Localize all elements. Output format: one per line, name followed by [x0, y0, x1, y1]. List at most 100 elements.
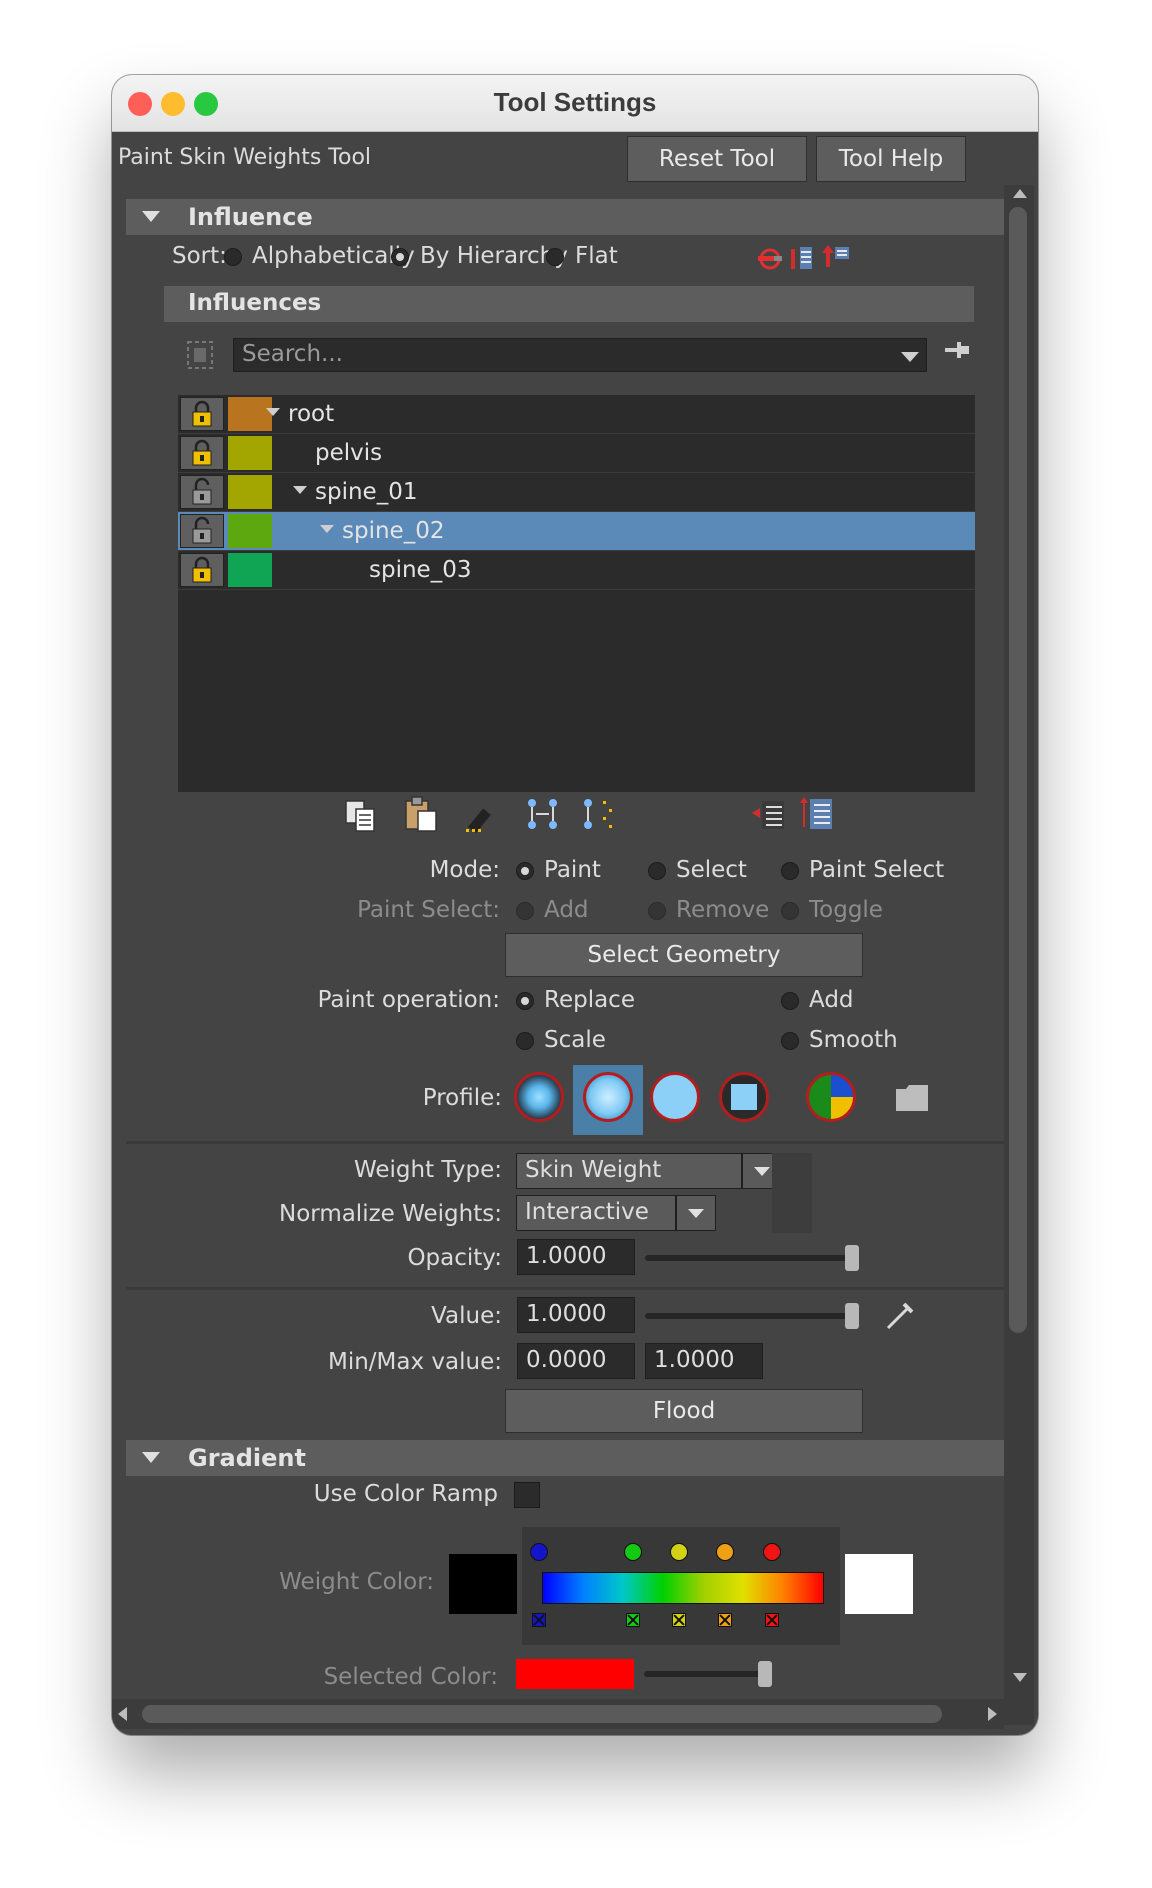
operation-add-radio[interactable]: [781, 992, 799, 1010]
opacity-slider-knob[interactable]: [845, 1245, 859, 1271]
value-slider-knob[interactable]: [845, 1303, 859, 1329]
normalize-dropdown-button[interactable]: [676, 1195, 716, 1231]
influence-color-swatch[interactable]: [228, 553, 272, 587]
collapse-triangle-icon: [142, 1452, 160, 1463]
influence-color-swatch[interactable]: [228, 514, 272, 548]
vertical-scrollbar[interactable]: [1004, 185, 1034, 1725]
scroll-up-arrow-icon[interactable]: [1013, 189, 1027, 198]
ramp-color-marker[interactable]: [763, 1543, 781, 1561]
mode-select-label: Select: [676, 857, 747, 883]
influence-color-swatch[interactable]: [228, 436, 272, 470]
move-weights-vertical-icon[interactable]: [798, 795, 836, 835]
tool-help-button[interactable]: Tool Help: [816, 136, 966, 182]
influence-row[interactable]: root: [178, 395, 975, 434]
ramp-position-marker[interactable]: [672, 1613, 686, 1627]
lock-open-icon[interactable]: [180, 514, 224, 548]
copy-weights-icon[interactable]: [342, 797, 380, 835]
move-skinned-joints-icon[interactable]: [523, 795, 563, 835]
sort-alphabetically-radio[interactable]: [224, 248, 242, 266]
influence-row[interactable]: spine_02: [178, 512, 975, 551]
filter-toggle-icon[interactable]: [184, 338, 216, 372]
move-up-influence-icon[interactable]: [821, 241, 853, 271]
mode-paint-radio[interactable]: [516, 862, 534, 880]
mode-select-radio[interactable]: [648, 862, 666, 880]
opacity-slider-track[interactable]: [645, 1255, 859, 1261]
paint-select-remove-radio[interactable]: [648, 902, 666, 920]
selected-color-swatch[interactable]: [516, 1659, 634, 1689]
weight-type-dropdown[interactable]: Skin Weight: [516, 1153, 742, 1189]
influence-name: spine_02: [342, 518, 445, 544]
search-dropdown-arrow-icon[interactable]: [901, 352, 919, 362]
min-value-input[interactable]: 0.0000: [517, 1343, 635, 1379]
scroll-down-arrow-icon[interactable]: [1013, 1673, 1027, 1682]
mode-paint-select-radio[interactable]: [781, 862, 799, 880]
weight-hammer-icon[interactable]: [462, 797, 502, 835]
scroll-left-arrow-icon[interactable]: [118, 1707, 127, 1721]
value-input[interactable]: 1.0000: [517, 1297, 635, 1333]
profile-soft-brush-icon[interactable]: [583, 1072, 633, 1122]
lock-closed-icon[interactable]: [180, 553, 224, 587]
sort-by-hierarchy-radio[interactable]: [391, 248, 409, 266]
select-geometry-button[interactable]: Select Geometry: [505, 933, 863, 977]
color-ramp-gradient[interactable]: [542, 1572, 824, 1604]
influence-row[interactable]: spine_03: [178, 551, 975, 590]
horizontal-scrollbar[interactable]: [112, 1699, 1004, 1729]
prune-influences-icon[interactable]: [756, 245, 784, 273]
scroll-right-arrow-icon[interactable]: [988, 1707, 997, 1721]
influence-search-input[interactable]: Search...: [233, 338, 927, 372]
influence-row[interactable]: pelvis: [178, 434, 975, 473]
dropdown-side-panel: [772, 1153, 812, 1233]
reset-tool-button[interactable]: Reset Tool: [627, 136, 807, 182]
operation-scale-radio[interactable]: [516, 1032, 534, 1050]
opacity-input[interactable]: 1.0000: [517, 1239, 635, 1275]
paint-select-toggle-radio[interactable]: [781, 902, 799, 920]
ramp-color-marker[interactable]: [716, 1543, 734, 1561]
expand-triangle-icon[interactable]: [320, 525, 334, 533]
ramp-color-marker[interactable]: [624, 1543, 642, 1561]
operation-smooth-radio[interactable]: [781, 1032, 799, 1050]
profile-square-brush-icon[interactable]: [719, 1072, 769, 1122]
horizontal-scroll-thumb[interactable]: [142, 1705, 942, 1723]
use-color-ramp-checkbox[interactable]: [514, 1482, 540, 1508]
sort-list-icon[interactable]: [788, 243, 816, 273]
eyedropper-icon[interactable]: [884, 1298, 918, 1332]
pin-icon[interactable]: [943, 337, 971, 363]
profile-gaussian-brush-icon[interactable]: [514, 1072, 564, 1122]
expand-triangle-icon[interactable]: [266, 408, 280, 416]
profile-image-brush-icon[interactable]: [806, 1072, 856, 1122]
influence-tree[interactable]: root pelvis spine_01 spine_02 spine_03: [178, 395, 975, 792]
sort-flat-radio[interactable]: [546, 248, 564, 266]
selected-color-slider-knob[interactable]: [758, 1661, 772, 1687]
min-max-label: Min/Max value:: [328, 1349, 502, 1375]
influence-color-swatch[interactable]: [228, 475, 272, 509]
profile-solid-brush-icon[interactable]: [650, 1072, 700, 1122]
ramp-position-marker[interactable]: [765, 1613, 779, 1627]
gradient-section-header[interactable]: Gradient: [126, 1440, 1004, 1476]
value-slider-track[interactable]: [645, 1313, 859, 1319]
weight-color-low-swatch[interactable]: [449, 1554, 517, 1614]
move-weights-left-icon[interactable]: [750, 797, 788, 833]
flood-button[interactable]: Flood: [505, 1389, 863, 1433]
ramp-position-marker[interactable]: [532, 1613, 546, 1627]
lock-open-icon[interactable]: [180, 475, 224, 509]
influence-row[interactable]: spine_01: [178, 473, 975, 512]
ramp-color-marker[interactable]: [530, 1543, 548, 1561]
weight-color-high-swatch[interactable]: [845, 1554, 913, 1614]
select-joints-icon[interactable]: [579, 795, 619, 835]
paint-select-add-radio[interactable]: [516, 902, 534, 920]
folder-icon[interactable]: [894, 1083, 930, 1113]
ramp-color-marker[interactable]: [670, 1543, 688, 1561]
selected-color-slider-track[interactable]: [644, 1671, 772, 1677]
ramp-position-marker[interactable]: [626, 1613, 640, 1627]
ramp-position-marker[interactable]: [718, 1613, 732, 1627]
max-value-input[interactable]: 1.0000: [645, 1343, 763, 1379]
lock-closed-icon[interactable]: [180, 397, 224, 431]
paste-weights-icon[interactable]: [402, 795, 440, 835]
operation-replace-radio[interactable]: [516, 992, 534, 1010]
influence-section-header[interactable]: Influence: [126, 199, 1004, 235]
title-bar: Tool Settings: [112, 75, 1038, 132]
vertical-scroll-thumb[interactable]: [1009, 207, 1027, 1333]
expand-triangle-icon[interactable]: [293, 486, 307, 494]
lock-closed-icon[interactable]: [180, 436, 224, 470]
normalize-weights-dropdown[interactable]: Interactive: [516, 1195, 676, 1231]
